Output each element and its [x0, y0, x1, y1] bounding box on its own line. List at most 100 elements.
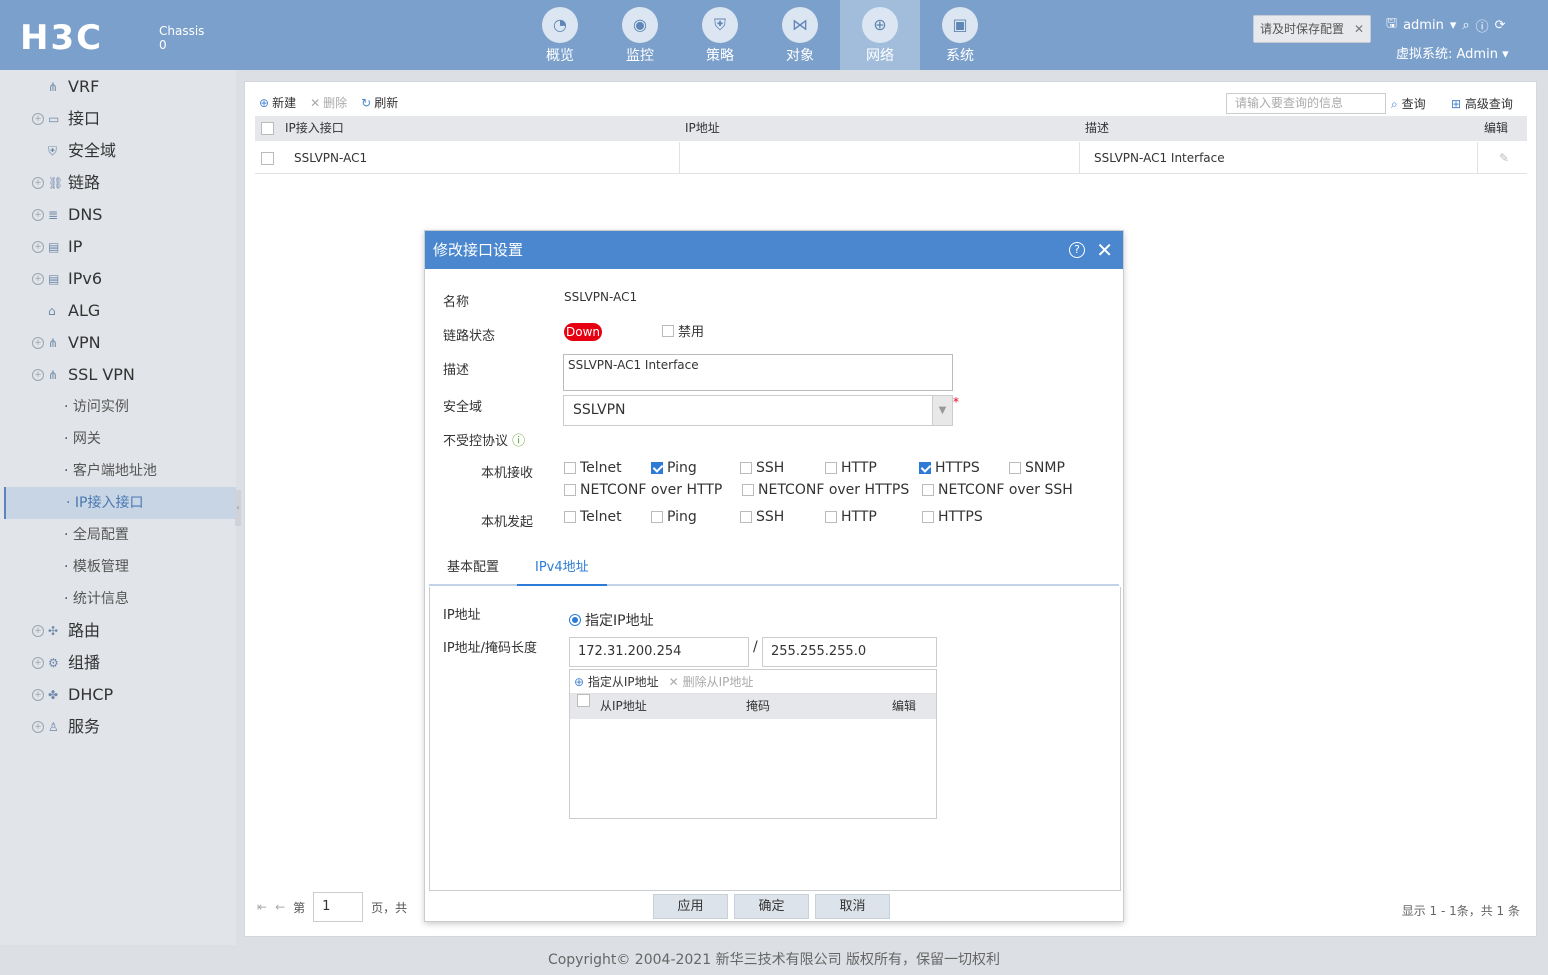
help-icon[interactable]: ⓘ — [508, 434, 525, 449]
apply-button[interactable]: 应用 — [653, 894, 728, 919]
col-ip-interface[interactable]: IP接入接口 — [285, 116, 344, 141]
receive-protocol-checkbox[interactable]: NETCONF over HTTP — [564, 482, 722, 498]
row-checkbox[interactable] — [261, 152, 274, 165]
sub-select-all-checkbox[interactable] — [577, 694, 590, 707]
sidebar-subitem[interactable]: · 客户端地址池 — [64, 455, 157, 487]
expand-icon[interactable]: + — [32, 689, 44, 701]
page-number-input[interactable]: 1 — [313, 892, 364, 922]
nav-item[interactable]: ⊕ 网络 — [840, 0, 920, 70]
sidebar-subitem[interactable]: · 全局配置 — [64, 519, 129, 551]
sidebar-item[interactable]: + ⚙ 组播 — [32, 647, 100, 679]
security-zone-select[interactable]: SSLVPN ▼ — [563, 395, 953, 426]
receive-protocol-checkbox[interactable]: SSH — [740, 460, 784, 476]
nav-item[interactable]: ◔ 概览 — [520, 0, 600, 70]
cancel-button[interactable]: 取消 — [815, 894, 890, 919]
help-icon[interactable]: ⓘ — [1476, 16, 1489, 35]
receive-protocol-checkbox[interactable]: Telnet — [564, 460, 622, 476]
nav-item[interactable]: ▣ 系统 — [920, 0, 1000, 70]
expand-icon[interactable]: + — [32, 625, 44, 637]
close-icon[interactable]: ✕ — [1354, 16, 1364, 42]
sidebar-item[interactable]: + ▤ IP — [32, 231, 82, 263]
receive-protocol-checkbox[interactable]: HTTP — [825, 460, 877, 476]
globe-icon: ⊕ — [862, 7, 898, 43]
refresh-button[interactable]: ↻ 刷新 — [361, 94, 398, 111]
expand-icon[interactable]: + — [32, 273, 44, 285]
sidebar-item[interactable]: + ✣ 路由 — [32, 615, 100, 647]
sidebar-item[interactable]: + ⋔ VPN — [32, 327, 101, 359]
send-protocol-checkbox[interactable]: Telnet — [564, 509, 622, 525]
add-sub-ip-button[interactable]: ⊕ 指定从IP地址 — [574, 673, 659, 690]
delete-sub-ip-button[interactable]: ✕ 删除从IP地址 — [669, 673, 754, 690]
receive-protocol-checkbox[interactable]: NETCONF over HTTPS — [742, 482, 909, 498]
send-protocol-checkbox[interactable]: HTTPS — [922, 509, 983, 525]
col-ip-address[interactable]: IP地址 — [685, 116, 720, 141]
receive-protocol-checkbox[interactable]: HTTPS — [919, 460, 980, 476]
ok-button[interactable]: 确定 — [734, 894, 809, 919]
tab-ipv4-address[interactable]: IPv4地址 — [517, 553, 607, 586]
save-icon[interactable]: 🖫 — [1386, 14, 1397, 36]
new-button[interactable]: ⊕ 新建 — [259, 94, 296, 111]
search-input[interactable]: 请输入要查询的信息 — [1226, 93, 1386, 114]
chevron-down-icon[interactable]: ▾ — [1450, 18, 1457, 33]
nav-item[interactable]: ⋈ 对象 — [760, 0, 840, 70]
sidebar-item[interactable]: + ⋔ SSL VPN — [32, 359, 135, 391]
receive-protocol-checkbox[interactable]: SNMP — [1009, 460, 1065, 476]
sidebar-item[interactable]: + ≣ DNS — [32, 199, 102, 231]
sidebar-subitem[interactable]: · IP接入接口 — [4, 487, 236, 519]
disable-checkbox[interactable]: 禁用 — [662, 321, 704, 340]
sidebar-item[interactable]: + ▭ 接口 — [32, 103, 100, 135]
col-description[interactable]: 描述 — [1085, 116, 1109, 141]
first-page-icon[interactable]: ⇤ — [257, 900, 267, 914]
send-protocol-checkbox[interactable]: HTTP — [825, 509, 877, 525]
receive-protocol-checkbox[interactable]: NETCONF over SSH — [922, 482, 1073, 498]
delete-button[interactable]: ✕ 删除 — [310, 94, 347, 111]
table-row[interactable]: SSLVPN-AC1 SSLVPN-AC1 Interface ✎ — [255, 142, 1527, 174]
tab-basic-config[interactable]: 基本配置 — [429, 553, 517, 586]
query-button[interactable]: ⌕ 查询 — [1391, 95, 1426, 112]
send-protocol-checkbox[interactable]: SSH — [740, 509, 784, 525]
nav-item[interactable]: ⛨ 策略 — [680, 0, 760, 70]
description-field[interactable]: SSLVPN-AC1 Interface — [563, 354, 953, 391]
sidebar-subitem[interactable]: · 统计信息 — [64, 583, 129, 615]
expand-icon[interactable]: + — [32, 657, 44, 669]
close-icon[interactable]: ✕ — [1096, 231, 1113, 269]
mask-input[interactable]: 255.255.255.0 — [762, 637, 937, 667]
sidebar-subitem[interactable]: · 访问实例 — [64, 391, 129, 423]
sidebar-item[interactable]: + ⛓ 链路 — [32, 167, 100, 199]
sidebar-item[interactable]: + ✤ DHCP — [32, 679, 113, 711]
chevron-down-icon[interactable]: ▼ — [932, 396, 952, 425]
menu-icon: ⋔ — [48, 368, 59, 382]
virtual-system-select[interactable]: 虚拟系统: Admin ▾ — [1396, 43, 1509, 62]
sidebar-collapse-handle[interactable]: ‹ — [235, 490, 241, 526]
search-icon[interactable]: ⌕ — [1462, 18, 1469, 33]
prev-page-icon[interactable]: ← — [275, 900, 285, 914]
sidebar-item[interactable]: ⋔ VRF — [32, 71, 99, 103]
expand-icon[interactable]: + — [32, 721, 44, 733]
user-menu[interactable]: admin — [1403, 18, 1444, 33]
edit-icon[interactable]: ✎ — [1499, 142, 1509, 173]
send-protocol-checkbox[interactable]: Ping — [651, 509, 697, 525]
sidebar-subitem[interactable]: · 网关 — [64, 423, 101, 455]
expand-icon[interactable]: + — [32, 113, 44, 125]
sidebar-item[interactable]: ⛨ 安全域 — [32, 135, 116, 167]
nav-item[interactable]: ◉ 监控 — [600, 0, 680, 70]
sidebar-item[interactable]: + ▤ IPv6 — [32, 263, 102, 295]
protocol-label: SSH — [756, 509, 785, 525]
select-all-checkbox[interactable] — [261, 122, 274, 135]
specify-ip-radio[interactable]: 指定IP地址 — [569, 610, 654, 630]
sidebar-subitem[interactable]: · 模板管理 — [64, 551, 129, 583]
sidebar-item[interactable]: ⌂ ALG — [32, 295, 100, 327]
expand-icon[interactable]: + — [32, 177, 44, 189]
ip-address-input[interactable]: 172.31.200.254 — [569, 637, 749, 667]
help-icon[interactable]: ? — [1069, 242, 1085, 258]
receive-protocol-checkbox[interactable]: Ping — [651, 460, 697, 476]
expand-icon[interactable]: + — [32, 337, 44, 349]
save-reminder[interactable]: 请及时保存配置 ✕ — [1253, 15, 1371, 43]
expand-icon[interactable]: + — [32, 369, 44, 381]
expand-icon[interactable]: + — [32, 209, 44, 221]
nav-label: 概览 — [546, 48, 574, 64]
logout-icon[interactable]: ⟳ — [1495, 18, 1506, 33]
sidebar-item[interactable]: + ♙ 服务 — [32, 711, 100, 743]
advanced-query-button[interactable]: ⊞ 高级查询 — [1451, 95, 1513, 112]
expand-icon[interactable]: + — [32, 241, 44, 253]
